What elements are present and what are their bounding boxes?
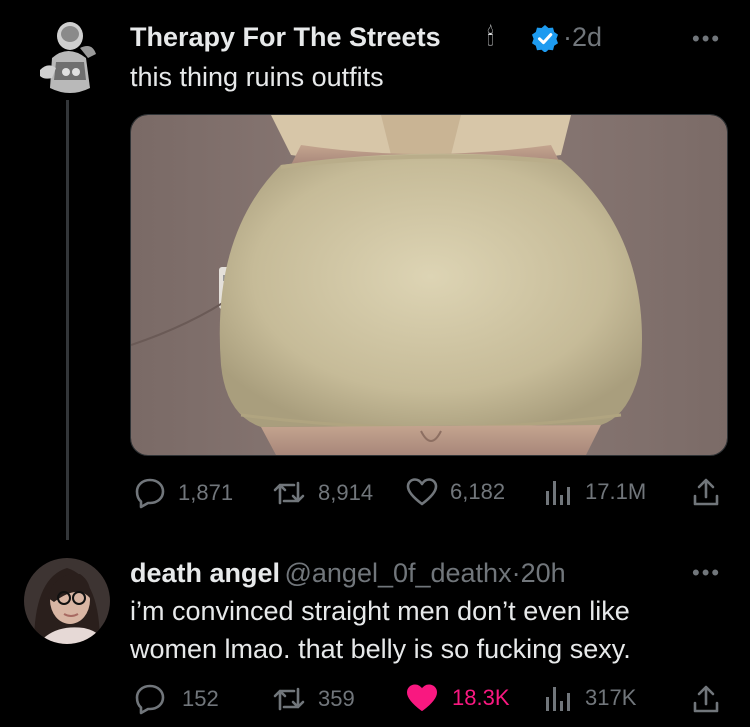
analytics-icon [546, 687, 570, 711]
reply-icon [135, 478, 165, 509]
reply-views-action[interactable]: 317K [543, 683, 636, 713]
like-count: 6,182 [450, 479, 506, 504]
reply-share-icon[interactable] [692, 683, 720, 720]
tweet-media-image[interactable] [130, 114, 728, 456]
more-options-icon[interactable]: ••• [692, 26, 721, 52]
reply-action[interactable]: 1,871 [134, 477, 233, 509]
reply-reply-action[interactable]: 152 [134, 683, 219, 715]
candle-emoji: 🕯 [487, 24, 494, 51]
reply-handle[interactable]: @angel_0f_deathx [284, 558, 511, 588]
reply-time-value: 20h [520, 558, 566, 588]
reply-like-count: 18.3K [452, 685, 510, 710]
reply-view-count: 317K [585, 685, 637, 710]
reply-text-line-2: women lmao. that belly is so fucking sex… [130, 634, 631, 664]
thread-line [66, 100, 69, 540]
tweet-time: ·2d [563, 22, 603, 52]
tweet-text: this thing ruins outfits [130, 62, 384, 92]
retweet-action[interactable]: 8,914 [272, 477, 373, 509]
reply-icon [135, 684, 165, 715]
retweet-icon [273, 481, 305, 505]
reply-like-action[interactable]: 18.3K [406, 683, 510, 713]
reply-retweet-action[interactable]: 359 [272, 683, 355, 715]
reply-more-options-icon[interactable]: ••• [692, 560, 721, 586]
verified-badge-icon [531, 24, 559, 53]
reply-text-line-1: i’m convinced straight men don’t even li… [130, 596, 630, 626]
retweet-count: 8,914 [318, 480, 374, 505]
reply-author-name[interactable]: death angel [130, 558, 280, 588]
heart-filled-icon [407, 684, 437, 711]
analytics-icon [546, 481, 570, 505]
reply-header: death angel @angel_0f_deathx·20h [130, 558, 566, 589]
reply-count: 1,871 [178, 480, 234, 505]
heart-icon [406, 478, 438, 506]
reply-time: ·20h [511, 558, 566, 588]
tweet-author-name[interactable]: Therapy For The Streets [130, 22, 441, 53]
reply-author-avatar[interactable] [24, 558, 110, 644]
view-count: 17.1M [585, 479, 647, 504]
share-icon[interactable] [692, 476, 720, 513]
views-action[interactable]: 17.1M [543, 477, 646, 507]
tweet-time-value: 2d [572, 22, 603, 52]
reply-reply-count: 152 [182, 686, 219, 711]
like-action[interactable]: 6,182 [406, 477, 505, 507]
author-avatar[interactable] [30, 18, 104, 100]
retweet-icon [273, 687, 305, 711]
reply-retweet-count: 359 [318, 686, 355, 711]
